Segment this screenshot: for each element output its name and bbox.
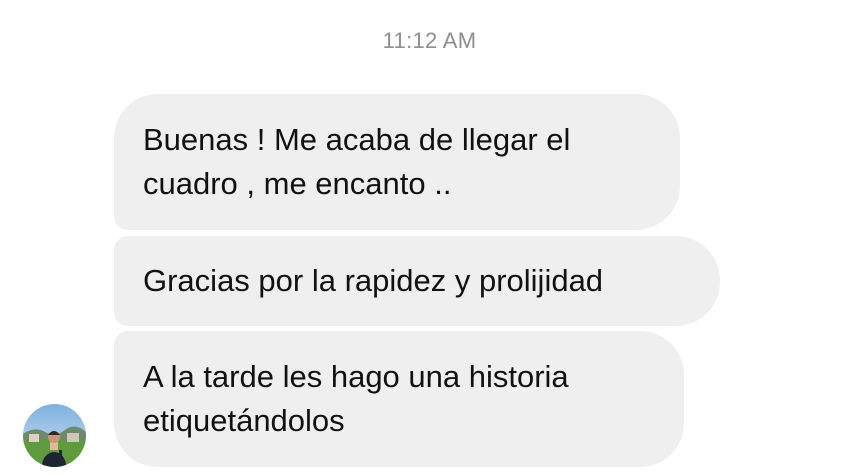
message-bubble[interactable]: Buenas ! Me acaba de llegar el cuadro , …: [114, 94, 680, 230]
message-bubble[interactable]: Gracias por la rapidez y prolijidad: [114, 236, 720, 326]
message-bubble[interactable]: A la tarde les hago una historia etiquet…: [114, 331, 684, 467]
message-text-line: A la tarde les hago una historia: [143, 359, 569, 394]
message-text-line: Gracias por la rapidez y prolijidad: [143, 263, 604, 298]
message-text-line: etiquetándolos: [143, 403, 345, 438]
sender-avatar[interactable]: [23, 404, 86, 467]
message-timestamp: 11:12 AM: [382, 28, 477, 53]
avatar-photo-icon: [23, 404, 86, 467]
message-text-line: cuadro , me encanto ..: [143, 166, 452, 201]
message-text-line: Buenas ! Me acaba de llegar el: [143, 122, 571, 157]
